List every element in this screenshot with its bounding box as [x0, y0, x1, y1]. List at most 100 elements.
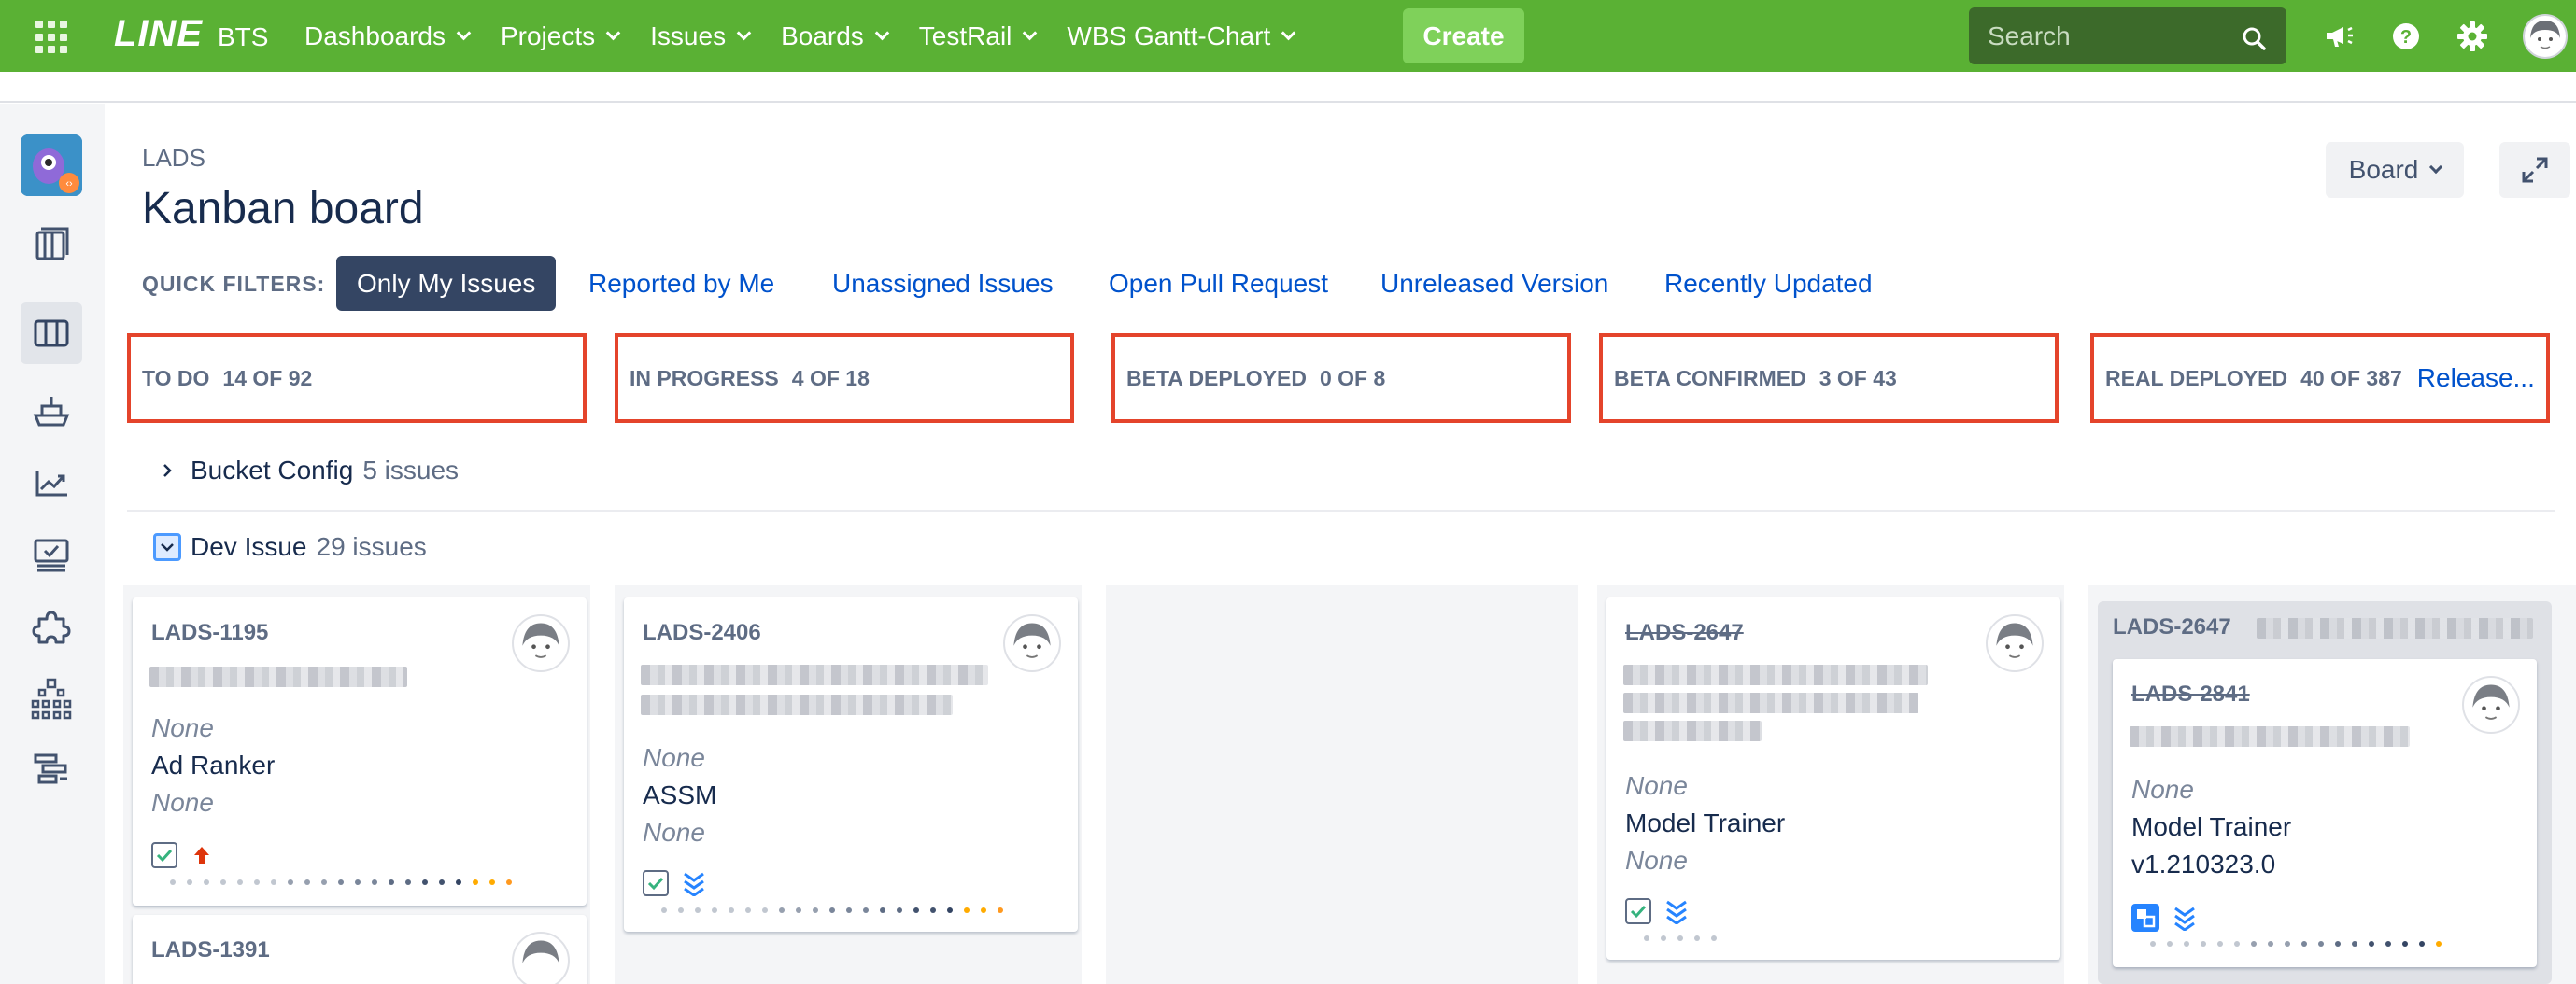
issue-key[interactable]: LADS-2841	[2131, 682, 2250, 708]
settings-gear-icon[interactable]	[2455, 19, 2490, 54]
project-sidebar: ‹›	[0, 104, 105, 984]
card-field: None	[151, 713, 214, 742]
chevron-down-icon	[2429, 160, 2443, 175]
issue-key[interactable]: LADS-1391	[151, 937, 270, 963]
column-header-real-deployed: REAL DEPLOYED 40 OF 387 Release...	[2090, 333, 2550, 423]
card-icons	[643, 870, 706, 896]
progress-dots	[170, 879, 512, 885]
issue-card[interactable]: LADS-2406 None ASSM None	[624, 597, 1078, 932]
redacted-summary	[2257, 618, 2533, 639]
card-component: Model Trainer	[2131, 812, 2292, 841]
column-name: IN PROGRESS	[630, 365, 779, 390]
chevron-down-icon	[874, 25, 890, 40]
quick-filters-label: QUICK FILTERS:	[142, 272, 326, 296]
search-input[interactable]	[1988, 21, 2230, 51]
filter-unreleased-version[interactable]: Unreleased Version	[1360, 256, 1629, 311]
redacted-summary	[1623, 721, 1762, 741]
swimlane-bucket-config[interactable]: Bucket Config 5 issues	[153, 456, 459, 485]
chevron-down-icon	[605, 25, 621, 40]
breadcrumb[interactable]: LADS	[142, 144, 205, 173]
create-button[interactable]: Create	[1403, 8, 1524, 63]
gantt-icon[interactable]	[28, 746, 75, 793]
assignee-avatar[interactable]	[2462, 676, 2520, 734]
card-fix-version: v1.210323.0	[2131, 850, 2276, 879]
add-ons-icon[interactable]	[28, 604, 75, 651]
column-name: BETA CONFIRMED	[1614, 365, 1806, 390]
filter-unassigned-issues[interactable]: Unassigned Issues	[812, 256, 1074, 311]
lowest-priority-icon	[684, 872, 704, 896]
column-header-to-do: TO DO 14 OF 92	[127, 333, 587, 423]
menu-projects-label: Projects	[500, 21, 596, 50]
search-icon[interactable]	[2242, 26, 2266, 50]
reports-icon[interactable]	[28, 459, 75, 506]
column-count: 14 OF 92	[222, 365, 313, 390]
card-field: None	[643, 743, 705, 772]
column-name: TO DO	[142, 365, 210, 390]
release-link[interactable]: Release...	[2417, 363, 2535, 393]
task-type-icon	[1625, 898, 1651, 924]
filter-only-my-issues[interactable]: Only My Issues	[336, 256, 557, 311]
menu-dashboards[interactable]: Dashboards	[304, 21, 472, 51]
project-avatar[interactable]: ‹›	[21, 134, 82, 196]
product-name[interactable]: BTS	[218, 22, 268, 52]
board-icon[interactable]	[21, 302, 82, 364]
page-title: Kanban board	[142, 184, 424, 233]
high-priority-arrow-icon	[194, 847, 209, 864]
menu-issues-label: Issues	[650, 21, 727, 50]
releases-icon[interactable]	[28, 387, 75, 434]
swimlane-divider	[127, 510, 2555, 512]
swimlane-count: 29 issues	[316, 532, 427, 561]
column-count: 40 OF 387	[2300, 365, 2402, 390]
user-avatar[interactable]	[2522, 13, 2569, 60]
card-field: None	[2131, 775, 2194, 804]
components-icon[interactable]	[28, 675, 75, 722]
svg-text:?: ?	[2400, 27, 2412, 48]
redacted-summary	[2130, 726, 2410, 747]
issue-key[interactable]: LADS-1195	[151, 620, 268, 646]
menu-dashboards-label: Dashboards	[304, 21, 446, 50]
menu-boards[interactable]: Boards	[781, 21, 890, 51]
issue-card[interactable]: LADS-2647 None Model Trainer None	[1606, 597, 2060, 960]
menu-testrail[interactable]: TestRail	[918, 21, 1038, 51]
redacted-summary	[149, 667, 407, 687]
swimlane-dev-issue[interactable]: Dev Issue 29 issues	[153, 532, 427, 562]
issue-card[interactable]: LADS-1195 None Ad Ranker None	[133, 597, 587, 906]
parent-issue-key[interactable]: LADS-2647	[2113, 614, 2231, 640]
assignee-avatar[interactable]	[1986, 614, 2044, 672]
help-icon[interactable]: ?	[2388, 19, 2424, 54]
chevron-down-icon	[456, 25, 472, 40]
menu-wbs-gantt-chart-label: WBS Gantt-Chart	[1067, 21, 1271, 50]
column-header-in-progress: IN PROGRESS 4 OF 18	[615, 333, 1074, 423]
assignee-avatar[interactable]	[1003, 614, 1061, 672]
backlog-icon[interactable]	[28, 221, 75, 268]
filter-reported-by-me[interactable]: Reported by Me	[568, 256, 795, 311]
filter-recently-updated[interactable]: Recently Updated	[1644, 256, 1893, 311]
line-logo[interactable]: LINE	[114, 13, 203, 55]
expand-chevron-icon[interactable]	[153, 457, 181, 485]
redacted-summary	[1623, 693, 1918, 713]
assignee-avatar[interactable]	[512, 614, 570, 672]
megaphone-icon[interactable]	[2323, 19, 2358, 54]
issue-card[interactable]: LADS-2841 None Model Trainer v1.210323.0	[2113, 659, 2537, 967]
swimlane-name: Bucket Config	[191, 456, 354, 485]
collapse-chevron-icon[interactable]	[153, 533, 181, 561]
menu-projects[interactable]: Projects	[500, 21, 621, 51]
column-name: BETA DEPLOYED	[1126, 365, 1307, 390]
nav-separator	[0, 72, 2576, 103]
filter-open-pull-request[interactable]: Open Pull Request	[1088, 256, 1349, 311]
issue-key[interactable]: LADS-2406	[643, 620, 761, 646]
tests-icon[interactable]	[28, 531, 75, 578]
menu-issues[interactable]: Issues	[650, 21, 752, 51]
assignee-avatar[interactable]	[512, 932, 570, 984]
issue-card[interactable]: LADS-1391	[133, 915, 587, 984]
column-count: 0 OF 8	[1319, 365, 1386, 390]
app-switcher-icon[interactable]	[35, 21, 69, 54]
board-menu-button[interactable]: Board	[2326, 142, 2464, 198]
fullscreen-button[interactable]	[2499, 142, 2570, 198]
issue-key[interactable]: LADS-2647	[1625, 620, 1744, 646]
menu-boards-label: Boards	[781, 21, 864, 50]
svg-text:‹›: ‹›	[65, 178, 73, 190]
menu-testrail-label: TestRail	[918, 21, 1012, 50]
lowest-priority-icon	[1666, 900, 1687, 924]
menu-wbs-gantt-chart[interactable]: WBS Gantt-Chart	[1067, 21, 1296, 51]
